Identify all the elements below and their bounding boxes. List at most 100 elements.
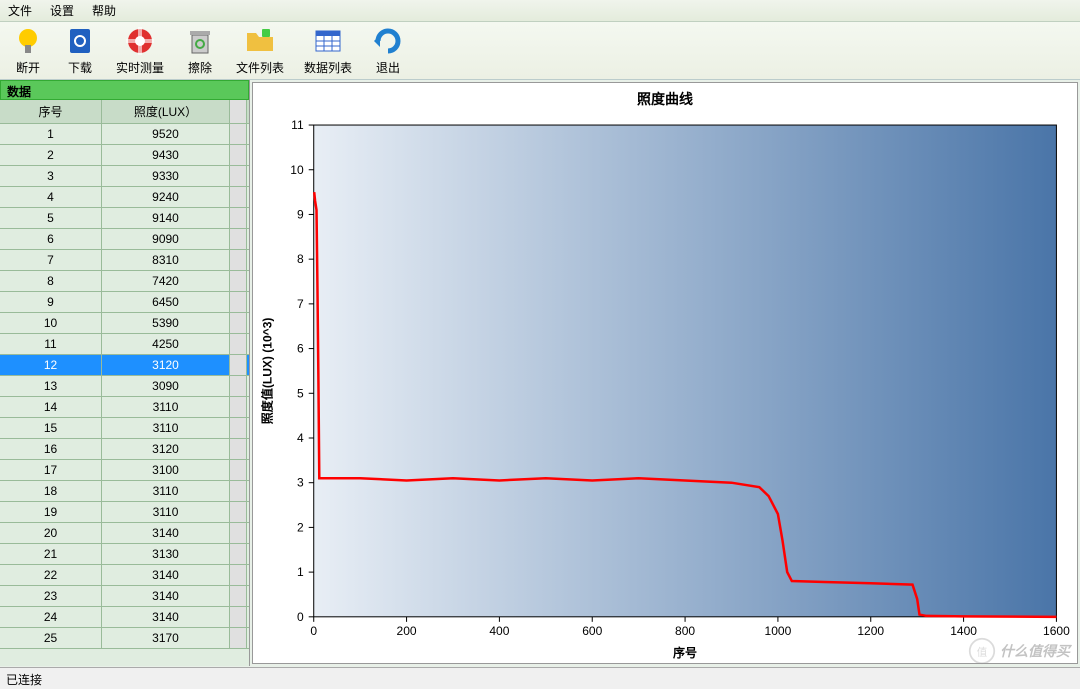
- cell-value: 9430: [102, 145, 230, 165]
- svg-text:7: 7: [297, 297, 304, 311]
- cell-index: 19: [0, 502, 102, 522]
- cell-value: 8310: [102, 250, 230, 270]
- cell-index: 18: [0, 481, 102, 501]
- table-row[interactable]: 39330: [0, 166, 249, 187]
- cell-value: 3140: [102, 565, 230, 585]
- table-row[interactable]: 105390: [0, 313, 249, 334]
- cell-index: 5: [0, 208, 102, 228]
- exit-button[interactable]: 退出: [372, 25, 404, 76]
- data-grid[interactable]: 序号 照度(LUX） 19520294303933049240591406909…: [0, 100, 249, 666]
- table-row[interactable]: 143110: [0, 397, 249, 418]
- panel-title: 数据: [0, 80, 249, 100]
- svg-text:1400: 1400: [950, 624, 977, 638]
- table-row[interactable]: 49240: [0, 187, 249, 208]
- cell-value: 9330: [102, 166, 230, 186]
- cell-index: 17: [0, 460, 102, 480]
- watermark: 值 什么值得买: [968, 637, 1070, 665]
- svg-text:400: 400: [489, 624, 509, 638]
- table-row[interactable]: 87420: [0, 271, 249, 292]
- cell-value: 3170: [102, 628, 230, 648]
- toolbar: 断开 下载 实时测量 擦除 文件列表 数据列表 退出: [0, 22, 1080, 80]
- chart-title: 照度曲线: [253, 83, 1077, 115]
- data-panel: 数据 序号 照度(LUX） 19520294303933049240591406…: [0, 80, 250, 666]
- svg-text:1600: 1600: [1043, 624, 1070, 638]
- disconnect-button[interactable]: 断开: [12, 25, 44, 76]
- cell-index: 23: [0, 586, 102, 606]
- cell-index: 12: [0, 355, 102, 375]
- cell-value: 7420: [102, 271, 230, 291]
- cell-value: 9240: [102, 187, 230, 207]
- table-row[interactable]: 193110: [0, 502, 249, 523]
- cell-value: 6450: [102, 292, 230, 312]
- cell-index: 21: [0, 544, 102, 564]
- cell-index: 10: [0, 313, 102, 333]
- download-button[interactable]: 下载: [64, 25, 96, 76]
- realtime-button[interactable]: 实时测量: [116, 25, 164, 76]
- cell-index: 9: [0, 292, 102, 312]
- table-row[interactable]: 29430: [0, 145, 249, 166]
- svg-text:600: 600: [582, 624, 602, 638]
- cell-value: 3110: [102, 397, 230, 417]
- menu-settings[interactable]: 设置: [50, 2, 74, 19]
- cell-value: 3110: [102, 418, 230, 438]
- table-row[interactable]: 133090: [0, 376, 249, 397]
- cell-index: 4: [0, 187, 102, 207]
- cell-index: 2: [0, 145, 102, 165]
- cell-value: 4250: [102, 334, 230, 354]
- svg-text:1200: 1200: [857, 624, 884, 638]
- table-row[interactable]: 59140: [0, 208, 249, 229]
- table-row[interactable]: 223140: [0, 565, 249, 586]
- status-text: 已连接: [6, 673, 42, 687]
- svg-text:10: 10: [290, 163, 304, 177]
- table-row[interactable]: 173100: [0, 460, 249, 481]
- bulb-icon: [12, 25, 44, 57]
- menu-file[interactable]: 文件: [8, 2, 32, 19]
- cell-index: 24: [0, 607, 102, 627]
- svg-text:8: 8: [297, 252, 304, 266]
- trash-icon: [184, 25, 216, 57]
- table-row[interactable]: 183110: [0, 481, 249, 502]
- svg-text:2: 2: [297, 520, 304, 534]
- table-row[interactable]: 96450: [0, 292, 249, 313]
- status-bar: 已连接: [0, 667, 1080, 689]
- svg-text:9: 9: [297, 207, 304, 221]
- cell-value: 3110: [102, 481, 230, 501]
- svg-text:0: 0: [310, 624, 317, 638]
- svg-text:6: 6: [297, 342, 304, 356]
- watermark-icon: 值: [968, 637, 996, 665]
- table-row[interactable]: 233140: [0, 586, 249, 607]
- table-row[interactable]: 153110: [0, 418, 249, 439]
- column-index[interactable]: 序号: [0, 100, 102, 123]
- svg-text:0: 0: [297, 610, 304, 624]
- table-row[interactable]: 123120: [0, 355, 249, 376]
- column-value[interactable]: 照度(LUX）: [102, 100, 230, 123]
- svg-text:4: 4: [297, 431, 304, 445]
- svg-text:照度值(LUX) (10^3): 照度值(LUX) (10^3): [260, 318, 275, 425]
- table-row[interactable]: 163120: [0, 439, 249, 460]
- cell-value: 9140: [102, 208, 230, 228]
- table-row[interactable]: 69090: [0, 229, 249, 250]
- illuminance-chart: 0200400600800100012001400160001234567891…: [253, 115, 1077, 667]
- chart-panel: 照度曲线 02004006008001000120014001600012345…: [252, 82, 1078, 664]
- cell-index: 8: [0, 271, 102, 291]
- table-row[interactable]: 19520: [0, 124, 249, 145]
- table-row[interactable]: 203140: [0, 523, 249, 544]
- table-row[interactable]: 213130: [0, 544, 249, 565]
- cell-index: 16: [0, 439, 102, 459]
- menu-help[interactable]: 帮助: [92, 2, 116, 19]
- table-row[interactable]: 114250: [0, 334, 249, 355]
- clear-button[interactable]: 擦除: [184, 25, 216, 76]
- datalist-button[interactable]: 数据列表: [304, 25, 352, 76]
- cell-value: 5390: [102, 313, 230, 333]
- svg-text:200: 200: [397, 624, 417, 638]
- table-row[interactable]: 253170: [0, 628, 249, 649]
- cell-value: 3140: [102, 607, 230, 627]
- svg-text:1: 1: [297, 565, 304, 579]
- cell-value: 3120: [102, 439, 230, 459]
- filelist-button[interactable]: 文件列表: [236, 25, 284, 76]
- svg-text:序号: 序号: [673, 645, 697, 660]
- table-row[interactable]: 78310: [0, 250, 249, 271]
- cell-index: 6: [0, 229, 102, 249]
- svg-text:3: 3: [297, 476, 304, 490]
- table-row[interactable]: 243140: [0, 607, 249, 628]
